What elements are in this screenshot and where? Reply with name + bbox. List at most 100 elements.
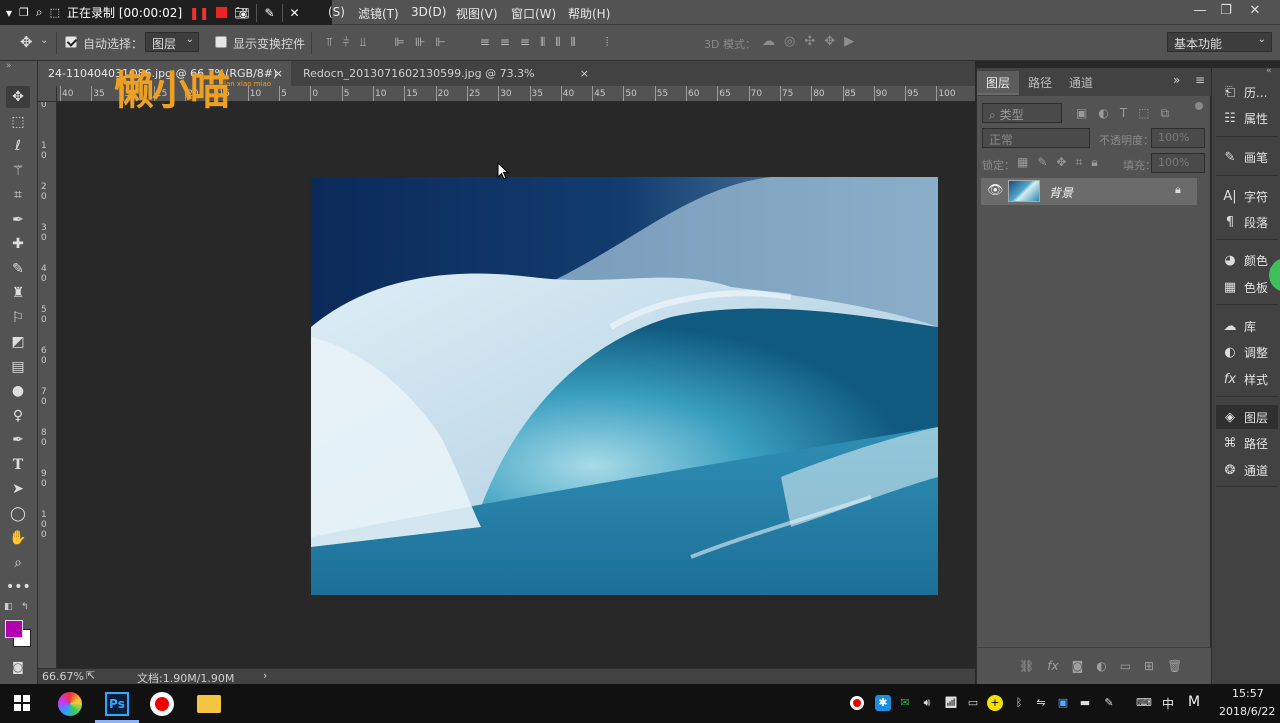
eye-icon[interactable]: 👁︎ — [987, 183, 1004, 198]
lock-transparent-icon[interactable]: ▦ — [1017, 155, 1028, 170]
pen-tool[interactable]: ✒ — [6, 429, 30, 451]
filter-smart-icon[interactable]: ⧉ — [1161, 106, 1170, 121]
opacity-input[interactable]: 100% — [1151, 128, 1205, 148]
file-explorer-icon[interactable] — [197, 695, 221, 713]
ime-indicator[interactable]: 中 — [1162, 695, 1174, 712]
dock-adjustments[interactable]: ◐ 调整 — [1222, 340, 1280, 364]
more-tools[interactable]: ••• — [6, 576, 31, 598]
pause-icon[interactable]: ❚❚ — [189, 6, 209, 20]
wave-image[interactable] — [311, 177, 938, 595]
layer-row-background[interactable]: 👁︎ 背景 🔒︎ — [981, 178, 1197, 205]
auto-select-checkbox[interactable] — [65, 36, 77, 48]
stop-icon[interactable] — [216, 7, 228, 18]
lasso-tool[interactable]: ℓ — [6, 135, 30, 157]
fill-input[interactable]: 100% — [1151, 153, 1205, 173]
show-transform-checkbox[interactable] — [215, 36, 227, 48]
distribute-hcenter-icon[interactable]: ⦀ — [555, 35, 560, 50]
crop-tool[interactable]: ⌗ — [6, 184, 30, 206]
distribute-vcenter-icon[interactable]: ≡ — [500, 35, 510, 50]
filter-toggle[interactable] — [1195, 102, 1203, 110]
region-icon[interactable]: ⬚ — [50, 6, 60, 19]
distribute-left-icon[interactable]: ⦀ — [540, 35, 545, 50]
zoom-tool[interactable]: ⌕ — [6, 552, 30, 574]
align-right-icon[interactable]: ⊩ — [435, 35, 445, 50]
dock-paths[interactable]: ⌘ 路径 — [1222, 431, 1280, 455]
workspace-dropdown[interactable]: 基本功能 ⌄ — [1167, 32, 1272, 52]
new-group-icon[interactable]: ▭ — [1120, 659, 1131, 673]
restore-icon[interactable]: ❐ — [19, 6, 29, 19]
auto-align-icon[interactable]: ⦙ — [606, 35, 609, 50]
filter-adjustment-icon[interactable]: ◐ — [1098, 106, 1108, 121]
security-tray-icon[interactable]: ▣ — [1055, 695, 1071, 711]
wechat-tray-icon[interactable]: ✉ — [897, 695, 913, 711]
close-window-icon[interactable]: ✕ — [1242, 3, 1268, 21]
dock-styles[interactable]: fx 样式 — [1222, 367, 1280, 391]
dock-channels[interactable]: ❂ 通道 — [1222, 458, 1280, 482]
ime-mode-indicator[interactable]: M — [1188, 694, 1200, 710]
clock-date[interactable]: 2018/6/22 — [1219, 705, 1275, 718]
search-icon[interactable]: ⌕ — [36, 5, 43, 20]
magic-wand-tool[interactable]: ⚚ — [6, 160, 30, 182]
dock-properties[interactable]: ☷ 属性 — [1222, 106, 1280, 130]
add-mask-icon[interactable]: ◙ — [1072, 659, 1084, 673]
history-brush-tool[interactable]: ⚐ — [6, 307, 30, 329]
zoom-level[interactable]: 66.67% — [42, 670, 84, 683]
volume-tray-icon[interactable]: 🔊︎ — [919, 695, 935, 711]
3d-roll-icon[interactable]: ◎ — [784, 34, 795, 49]
dock-brush[interactable]: ✎ 画笔 — [1222, 145, 1280, 169]
type-tool[interactable]: T — [6, 454, 30, 476]
default-colors-icon[interactable]: ◧ — [4, 602, 13, 612]
blur-tool[interactable]: ● — [6, 380, 30, 402]
dock-character[interactable]: A| 字符 — [1222, 184, 1280, 208]
start-button[interactable] — [14, 695, 30, 711]
filter-shape-icon[interactable]: ⬚ — [1138, 106, 1149, 121]
stamp-tool[interactable]: ♜ — [6, 282, 30, 304]
layer-filter-dropdown[interactable]: ⌕ 类型 — [982, 103, 1062, 123]
plus-tray-icon[interactable]: + — [987, 695, 1003, 711]
clock-time[interactable]: 15:57 — [1232, 687, 1264, 700]
dodge-tool[interactable]: ♀ — [6, 405, 30, 427]
brush-tool[interactable]: ✎ — [6, 258, 30, 280]
filter-pixel-icon[interactable]: ▣ — [1076, 106, 1087, 121]
align-left-icon[interactable]: ⊫ — [394, 35, 404, 50]
auto-select-dropdown[interactable]: 图层 ⌄ — [145, 32, 199, 52]
dock-paragraph[interactable]: ¶ 段落 — [1222, 210, 1280, 234]
menu-3d[interactable]: 3D(D) — [411, 5, 446, 19]
new-layer-icon[interactable]: ⊞ — [1144, 659, 1154, 673]
path-select-tool[interactable]: ➤ — [6, 478, 30, 500]
wifi-tray-icon[interactable]: 📶︎ — [943, 695, 959, 711]
dock-libraries[interactable]: ☁ 库 — [1222, 314, 1280, 338]
healing-tool[interactable]: ✚ — [6, 233, 30, 255]
collapse-dock-icon[interactable]: « — [1266, 66, 1272, 76]
chevron-down-icon[interactable]: ⌄ — [40, 35, 48, 46]
camera-icon[interactable]: 📷︎ — [234, 6, 249, 20]
layer-name[interactable]: 背景 — [1049, 184, 1073, 201]
align-vcenter-icon[interactable]: ⫩ — [343, 35, 350, 50]
hand-tool[interactable]: ✋ — [6, 527, 30, 549]
network-tray-icon[interactable]: ⇋ — [1033, 695, 1049, 711]
3d-rotate-icon[interactable]: ☁ — [762, 34, 775, 49]
move-tool[interactable]: ✥ — [6, 86, 30, 108]
quick-mask[interactable]: ◙ — [6, 656, 30, 678]
menu-help[interactable]: 帮助(H) — [568, 5, 610, 22]
keyboard-tray-icon[interactable]: ⌨ — [1133, 695, 1155, 711]
distribute-top-icon[interactable]: ≡ — [480, 35, 490, 50]
delete-layer-icon[interactable]: 🗑︎ — [1167, 659, 1182, 673]
tab-layers[interactable]: 图层 — [977, 71, 1020, 95]
lock-artboard-icon[interactable]: ⌗ — [1075, 155, 1082, 170]
color-wheel-app-icon[interactable] — [58, 692, 82, 716]
menu-view[interactable]: 视图(V) — [456, 5, 498, 22]
dropdown-arrow-icon[interactable]: ▾ — [6, 6, 12, 20]
bluetooth-tray-icon[interactable]: ᛒ — [1011, 695, 1027, 711]
move-tool-icon[interactable]: ✥ — [20, 33, 33, 51]
3d-drag-icon[interactable]: ✣ — [804, 34, 815, 49]
asterisk-tray-icon[interactable]: ✱ — [875, 695, 891, 711]
dock-layers[interactable]: ◈ 图层 — [1216, 405, 1278, 429]
export-icon[interactable]: ⇱ — [86, 669, 95, 682]
tab-paths[interactable]: 路径 — [1019, 71, 1061, 95]
photoshop-taskbar-icon[interactable]: Ps — [105, 692, 129, 716]
align-bottom-icon[interactable]: ⫫ — [360, 35, 367, 50]
gradient-tool[interactable]: ▤ — [6, 356, 30, 378]
battery-tray-icon[interactable]: ▭ — [965, 695, 981, 711]
distribute-right-icon[interactable]: ⦀ — [571, 35, 576, 50]
